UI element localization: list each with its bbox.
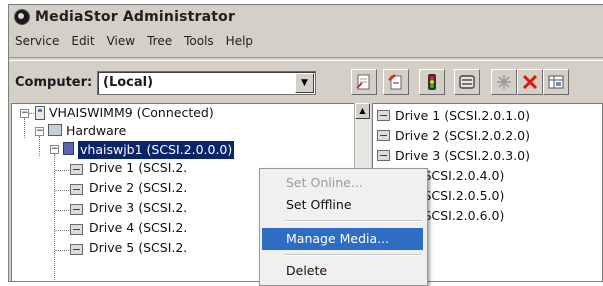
scroll-up-icon[interactable]: ▲ <box>355 103 370 119</box>
tree-line <box>39 136 41 156</box>
tree-node-drive[interactable]: Drive 2 (SCSI.2. <box>89 180 187 195</box>
tree-line <box>55 190 69 192</box>
menu-help[interactable]: Help <box>220 34 259 48</box>
computer-select[interactable]: (Local) ▼ <box>97 71 316 95</box>
collapse-icon[interactable]: − <box>50 145 59 154</box>
tree-line <box>29 113 34 115</box>
toolbar: Computer: (Local) ▼ <box>9 67 603 97</box>
menu-tools[interactable]: Tools <box>178 34 220 48</box>
tree-node-root[interactable]: VHAISWIMM9 (Connected) <box>49 105 214 120</box>
tree-line <box>54 154 56 281</box>
drive-icon <box>377 110 390 121</box>
tree-node-drive[interactable]: Drive 3 (SCSI.2. <box>89 200 187 215</box>
window-title: MediaStor Administrator <box>35 9 236 25</box>
tree-line <box>55 170 69 172</box>
delete-button[interactable] <box>517 69 543 95</box>
menu-edit[interactable]: Edit <box>65 34 100 48</box>
drive-icon <box>459 75 475 89</box>
delete-x-icon <box>522 74 538 90</box>
drive-button[interactable] <box>454 69 480 95</box>
context-menu: Set Online... Set Offline Manage Media..… <box>259 168 428 286</box>
menu-view[interactable]: View <box>101 34 141 48</box>
traffic-light-button[interactable] <box>419 69 445 95</box>
traffic-light-icon <box>428 74 436 90</box>
menu-item-set-offline[interactable]: Set Offline <box>262 194 423 216</box>
server-icon <box>35 106 45 120</box>
tree-node-hardware[interactable]: Hardware <box>66 123 126 138</box>
menu-item-delete[interactable]: Delete <box>262 260 423 282</box>
asterisk-icon <box>497 75 511 89</box>
menu-bar: Service Edit View Tree Tools Help <box>9 31 259 51</box>
computer-label: Computer: <box>15 75 93 90</box>
tree-line <box>55 230 69 232</box>
collapse-icon[interactable]: − <box>35 127 44 136</box>
tree-line <box>55 210 69 212</box>
grid-icon <box>548 75 564 89</box>
tree-line <box>55 250 69 252</box>
menu-item-manage-media[interactable]: Manage Media... <box>262 228 423 250</box>
list-item-label: Drive 3 (SCSI.2.0.3.0) <box>395 148 530 163</box>
drive-icon <box>70 224 83 235</box>
tree-node-jukebox[interactable]: vhaiswjb1 (SCSI.2.0.0.0) <box>78 141 235 159</box>
menu-service[interactable]: Service <box>9 34 65 48</box>
menu-separator <box>284 254 422 256</box>
menu-separator <box>9 57 603 61</box>
refresh-button[interactable] <box>383 69 409 95</box>
refresh-icon <box>388 74 402 90</box>
list-item-label: Drive 1 (SCSI.2.0.1.0) <box>395 108 530 123</box>
computer-select-value: (Local) <box>103 75 154 90</box>
properties-icon <box>356 74 370 90</box>
drive-icon <box>70 204 83 215</box>
hardware-icon <box>48 124 62 136</box>
tree-node-drive[interactable]: Drive 5 (SCSI.2. <box>89 240 187 255</box>
collapse-icon[interactable]: − <box>20 109 29 118</box>
menu-tree[interactable]: Tree <box>141 34 178 48</box>
tree-node-drive[interactable]: Drive 4 (SCSI.2. <box>89 220 187 235</box>
tree-node-drive[interactable]: Drive 1 (SCSI.2. <box>89 160 187 175</box>
title-bar: MediaStor Administrator <box>9 5 603 29</box>
chevron-down-icon[interactable]: ▼ <box>295 73 314 93</box>
grid-button[interactable] <box>543 69 569 95</box>
tree-line <box>24 118 26 138</box>
jukebox-icon <box>63 142 74 155</box>
drive-icon <box>70 184 83 195</box>
asterisk-button[interactable] <box>491 69 517 95</box>
drive-icon <box>377 130 390 141</box>
menu-separator <box>284 220 422 222</box>
list-item-label: Drive 2 (SCSI.2.0.2.0) <box>395 128 530 143</box>
properties-button[interactable] <box>351 69 377 95</box>
drive-icon <box>70 244 83 255</box>
drive-icon <box>70 164 83 175</box>
drive-icon <box>377 150 390 161</box>
menu-item-set-online: Set Online... <box>286 175 363 190</box>
app-logo-icon <box>14 9 30 25</box>
